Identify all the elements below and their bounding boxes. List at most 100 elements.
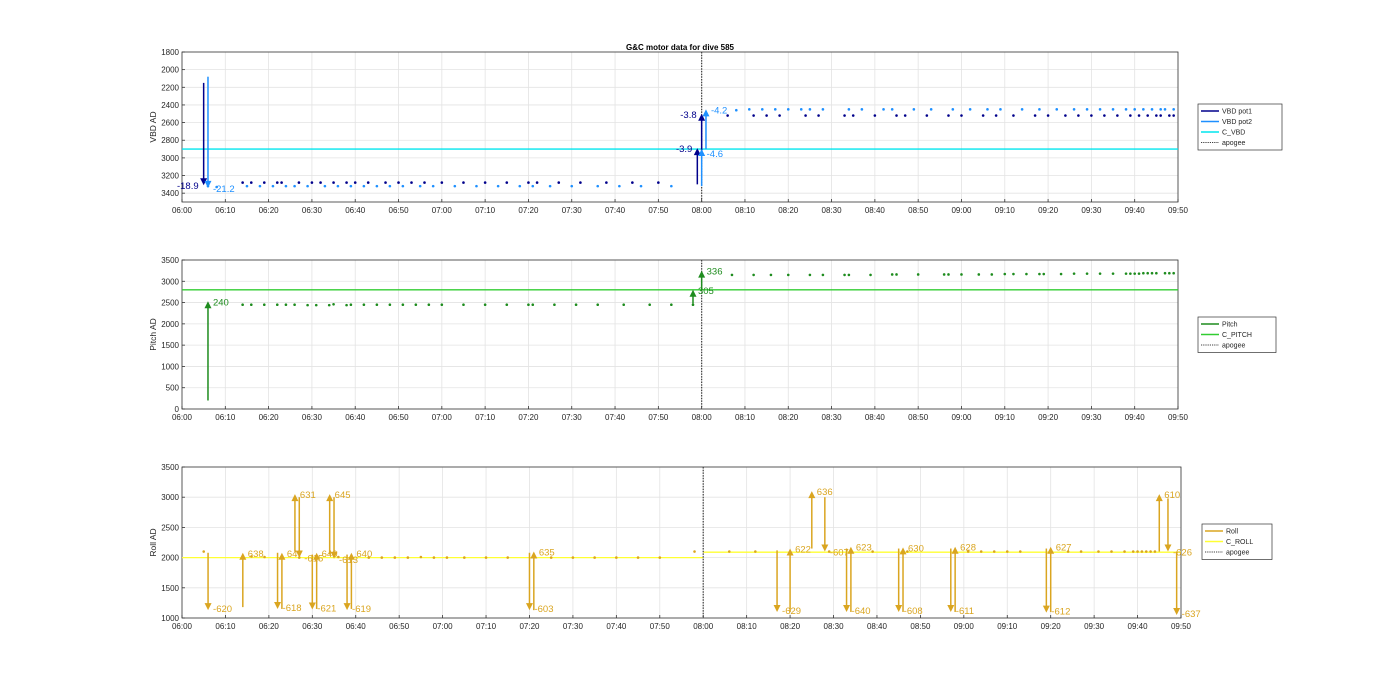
vbd-data-point bbox=[1124, 108, 1128, 111]
pitch-data-point bbox=[1003, 272, 1007, 276]
vbd-xtick-label: 06:20 bbox=[259, 206, 280, 215]
vbd-data-point bbox=[657, 181, 660, 184]
vbd-xtick-label: 08:00 bbox=[692, 206, 713, 215]
vbd-xtick-label: 09:30 bbox=[1081, 206, 1102, 215]
vbd-data-point bbox=[249, 181, 253, 184]
roll-data-point bbox=[1097, 550, 1100, 553]
vbd-data-point bbox=[1077, 114, 1080, 117]
vbd-data-point bbox=[483, 181, 487, 184]
roll-xtick-label: 07:00 bbox=[433, 622, 454, 631]
pitch-data-point bbox=[574, 303, 578, 307]
vbd-xtick-label: 08:50 bbox=[908, 206, 929, 215]
vbd-data-point bbox=[596, 184, 600, 188]
pitch-data-point bbox=[960, 273, 963, 276]
roll-plot-area bbox=[182, 467, 1181, 618]
pitch-xtick-label: 09:30 bbox=[1081, 413, 1102, 422]
roll-arrow-label: 622 bbox=[795, 545, 811, 556]
vbd-data-point bbox=[808, 108, 812, 111]
roll-data-point bbox=[754, 550, 757, 553]
roll-legend-label: apogee bbox=[1226, 550, 1249, 557]
vbd-plot-area bbox=[182, 52, 1178, 202]
vbd-data-point bbox=[1085, 108, 1089, 111]
vbd-arrow-label: -18.9 bbox=[177, 181, 199, 192]
roll-xtick-label: 06:40 bbox=[346, 622, 367, 631]
roll-xtick-label: 06:10 bbox=[215, 622, 236, 631]
vbd-ylabel: VBD AD bbox=[148, 111, 158, 142]
pitch-data-point bbox=[427, 303, 431, 307]
vbd-legend-label: C_VBD bbox=[1222, 130, 1245, 137]
pitch-xtick-label: 09:20 bbox=[1038, 413, 1059, 422]
vbd-data-point bbox=[631, 181, 634, 184]
vbd-xtick-label: 07:50 bbox=[648, 206, 669, 215]
pitch-data-point bbox=[670, 303, 673, 307]
roll-ytick-label: 2000 bbox=[161, 554, 179, 563]
pitch-data-point bbox=[249, 303, 253, 307]
roll-data-point bbox=[727, 550, 731, 553]
vbd-data-point bbox=[1163, 108, 1167, 111]
roll-arrow-label: -621 bbox=[317, 604, 336, 615]
vbd-data-point bbox=[1155, 114, 1158, 117]
vbd-data-point bbox=[851, 114, 855, 117]
roll-xtick-label: 08:20 bbox=[780, 622, 801, 631]
pitch-xtick-label: 07:20 bbox=[518, 413, 539, 422]
vbd-xtick-label: 09:10 bbox=[995, 206, 1016, 215]
roll-xtick-label: 09:40 bbox=[1128, 622, 1149, 631]
pitch-data-point bbox=[332, 302, 335, 306]
vbd-data-point bbox=[786, 108, 790, 111]
vbd-data-point bbox=[1142, 108, 1145, 111]
roll-ytick-label: 3500 bbox=[161, 463, 179, 472]
pitch-data-point bbox=[314, 303, 318, 307]
roll-xtick-label: 06:00 bbox=[172, 622, 193, 631]
roll-arrow-label: -608 bbox=[904, 606, 923, 617]
pitch-xtick-label: 07:30 bbox=[562, 413, 583, 422]
vbd-data-point bbox=[1012, 114, 1015, 117]
pitch-data-point bbox=[531, 303, 535, 307]
vbd-data-point bbox=[397, 181, 400, 184]
vbd-data-point bbox=[760, 108, 764, 111]
vbd-xtick-label: 08:20 bbox=[778, 206, 799, 215]
pitch-legend-label: Pitch bbox=[1222, 322, 1238, 329]
vbd-ytick-label: 2400 bbox=[161, 101, 179, 110]
pitch-arrow-label: 240 bbox=[213, 297, 229, 308]
pitch-xtick-label: 07:10 bbox=[475, 413, 496, 422]
pitch-data-point bbox=[1146, 271, 1149, 275]
roll-data-point bbox=[506, 556, 510, 559]
vbd-data-point bbox=[912, 108, 916, 111]
pitch-data-point bbox=[1133, 272, 1136, 275]
vbd-xtick-label: 07:00 bbox=[432, 206, 453, 215]
vbd-xtick-label: 07:10 bbox=[475, 206, 496, 215]
pitch-data-point bbox=[990, 273, 994, 276]
pitch-data-point bbox=[262, 303, 266, 307]
pitch-data-point bbox=[977, 273, 981, 276]
pitch-data-point bbox=[1137, 272, 1141, 275]
roll-arrow-label: 635 bbox=[539, 548, 555, 559]
pitch-xtick-label: 09:10 bbox=[995, 413, 1016, 422]
pitch-data-point bbox=[947, 273, 950, 276]
pitch-data-point bbox=[808, 273, 812, 277]
pitch-legend-label: C_PITCH bbox=[1222, 332, 1252, 339]
roll-data-point bbox=[992, 550, 996, 553]
vbd-data-point bbox=[843, 114, 846, 117]
vbd-data-point bbox=[319, 181, 322, 184]
pitch-plot-area bbox=[182, 260, 1178, 409]
roll-arrow-label: 640 bbox=[356, 549, 372, 560]
vbd-data-point bbox=[410, 181, 413, 184]
roll-data-point bbox=[380, 556, 384, 559]
roll-ytick-label: 2500 bbox=[161, 523, 179, 532]
pitch-data-point bbox=[869, 273, 872, 277]
vbd-arrow-label: -21.2 bbox=[213, 184, 235, 195]
vbd-data-point bbox=[306, 184, 309, 188]
vbd-data-point bbox=[1090, 114, 1093, 117]
roll-arrow-label: -613 bbox=[339, 555, 358, 566]
figure: G&C motor data for dive 585 06:00 06:10 06… bbox=[148, 43, 1283, 631]
roll-data-point bbox=[1131, 550, 1135, 553]
roll-legend: Roll C_ROLLapogee bbox=[1201, 523, 1273, 560]
pitch-ytick-label: 500 bbox=[166, 384, 180, 393]
roll-xtick-label: 08:00 bbox=[693, 622, 714, 631]
pitch-data-point bbox=[1059, 272, 1063, 276]
vbd-data-point bbox=[1146, 114, 1149, 117]
vbd-data-point bbox=[947, 114, 950, 117]
vbd-data-point bbox=[804, 114, 807, 117]
pitch-xtick-label: 08:50 bbox=[908, 413, 929, 422]
roll-data-point bbox=[463, 556, 466, 559]
